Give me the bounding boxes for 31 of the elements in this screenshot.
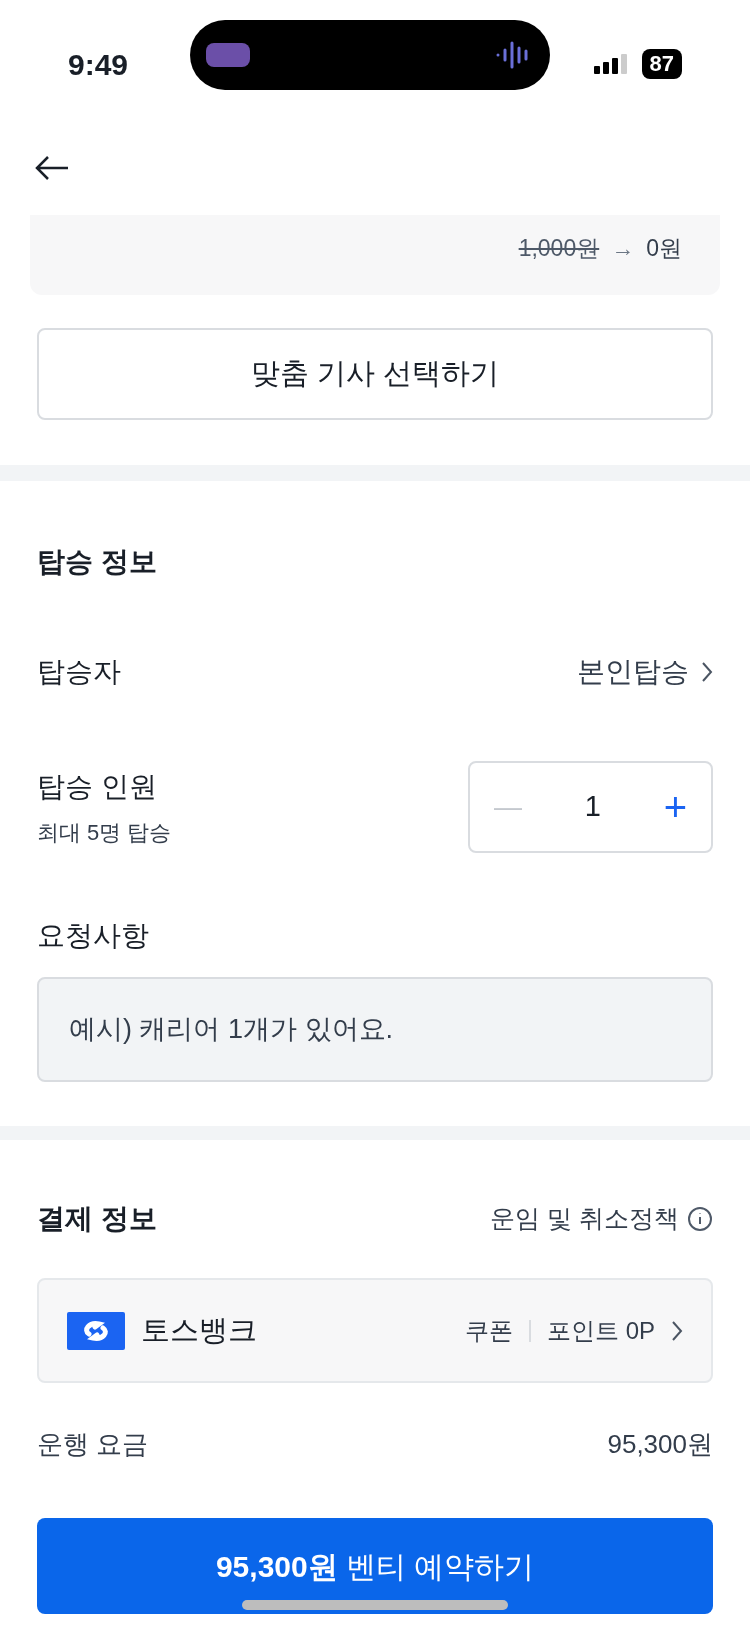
discounted-price: 0원 [646,234,682,263]
payment-info-title: 결제 정보 [37,1202,157,1236]
chevron-right-icon [701,661,713,683]
points-label: 포인트 0P [546,1315,655,1346]
chevron-right-icon [671,1319,683,1342]
album-icon [206,43,250,67]
arrow-text: → [611,234,635,263]
fare-amount: 95,300원 [607,1428,713,1461]
payment-method-card[interactable]: 토스뱅크 쿠폰 포인트 0P [37,1278,713,1383]
fare-label: 운행 요금 [37,1428,149,1461]
reserve-button[interactable]: 95,300원 벤티 예약하기 [37,1518,713,1614]
original-price: 1,000원 [518,234,600,263]
passenger-selector[interactable]: 본인탑승 [577,651,713,693]
passenger-label: 탑승자 [37,655,121,689]
bank-name: 토스뱅크 [141,1312,258,1348]
info-icon [687,1206,713,1232]
bank-logo-icon [67,1311,125,1350]
count-value: 1 [584,789,601,825]
ride-info-title: 탑승 정보 [37,545,158,579]
battery-indicator: 87 [641,49,682,79]
passenger-count-hint: 최대 5명 탑승 [37,818,172,847]
fare-policy-link[interactable]: 운임 및 취소정책 [490,1200,713,1238]
request-field[interactable]: 예시) 캐리어 1개가 있어요. [37,977,713,1082]
increment-button[interactable]: + [663,777,687,837]
passenger-count-label: 탑승 인원 [37,769,158,804]
status-time: 9:49 [68,46,129,83]
request-label: 요청사항 [37,919,150,953]
back-arrow-icon[interactable] [34,153,70,182]
driver-select-button[interactable]: 맞춤 기사 선택하기 [37,328,713,420]
coupon-label: 쿠폰 [464,1315,513,1346]
signal-icon [593,52,630,76]
